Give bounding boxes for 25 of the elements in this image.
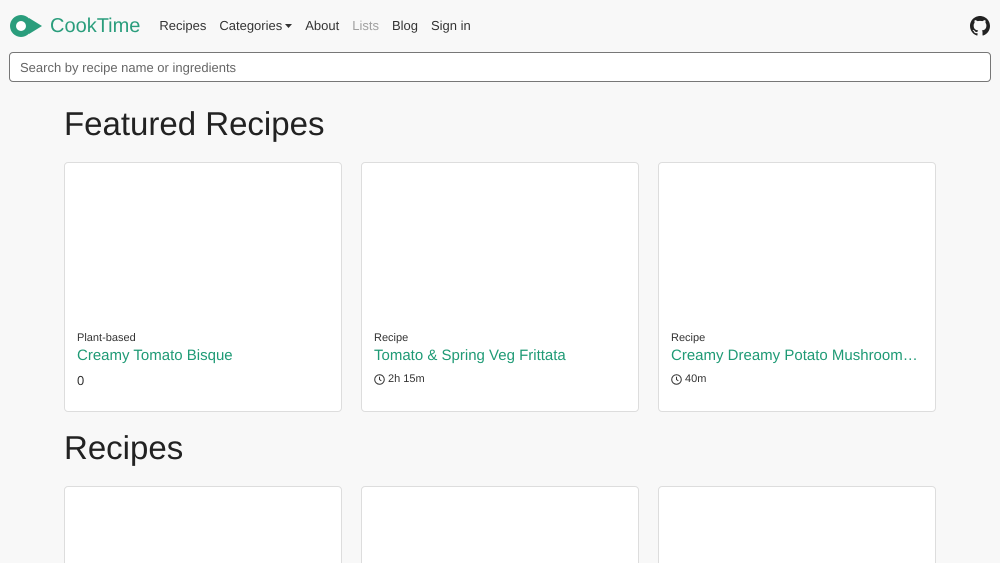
nav-link[interactable]: Recipes [159, 16, 206, 36]
caret-icon [285, 24, 292, 28]
nav-link[interactable]: About [305, 16, 340, 36]
logo-icon[interactable] [10, 15, 42, 37]
clock-icon [374, 374, 385, 385]
recipe-card[interactable]: Recipe Tomato & Spring Veg Frittata 2h 15m [361, 162, 639, 412]
recipe-category: Plant-based [77, 331, 137, 345]
search-field[interactable]: Search by recipe name or ingredients [9, 52, 991, 82]
recipe-count: 0 [77, 372, 84, 390]
section-heading: Recipes [64, 428, 184, 468]
clock-icon [671, 374, 682, 385]
recipe-title[interactable]: Creamy Dreamy Potato Mushroom… [671, 345, 923, 367]
recipe-category: Recipe [374, 331, 410, 345]
nav-dropdown[interactable]: Categories [219, 16, 292, 36]
cook-time: 2h 15m [388, 372, 425, 387]
recipe-category: Recipe [671, 331, 706, 345]
cook-time: 40m [685, 372, 706, 387]
section-heading: Featured Recipes [64, 104, 326, 144]
recipe-title[interactable]: Creamy Tomato Bisque [77, 345, 329, 367]
nav-link[interactable]: Sign in [430, 16, 471, 36]
recipe-card[interactable]: Plant-based Creamy Tomato Bisque 0 [64, 162, 342, 412]
github-icon[interactable] [970, 16, 990, 36]
recipe-card[interactable]: Recipe Creamy Dreamy Potato Mushroom… 40m [658, 162, 936, 412]
nav-link[interactable]: Blog [392, 16, 418, 36]
recipe-title[interactable]: Tomato & Spring Veg Frittata [374, 345, 626, 367]
